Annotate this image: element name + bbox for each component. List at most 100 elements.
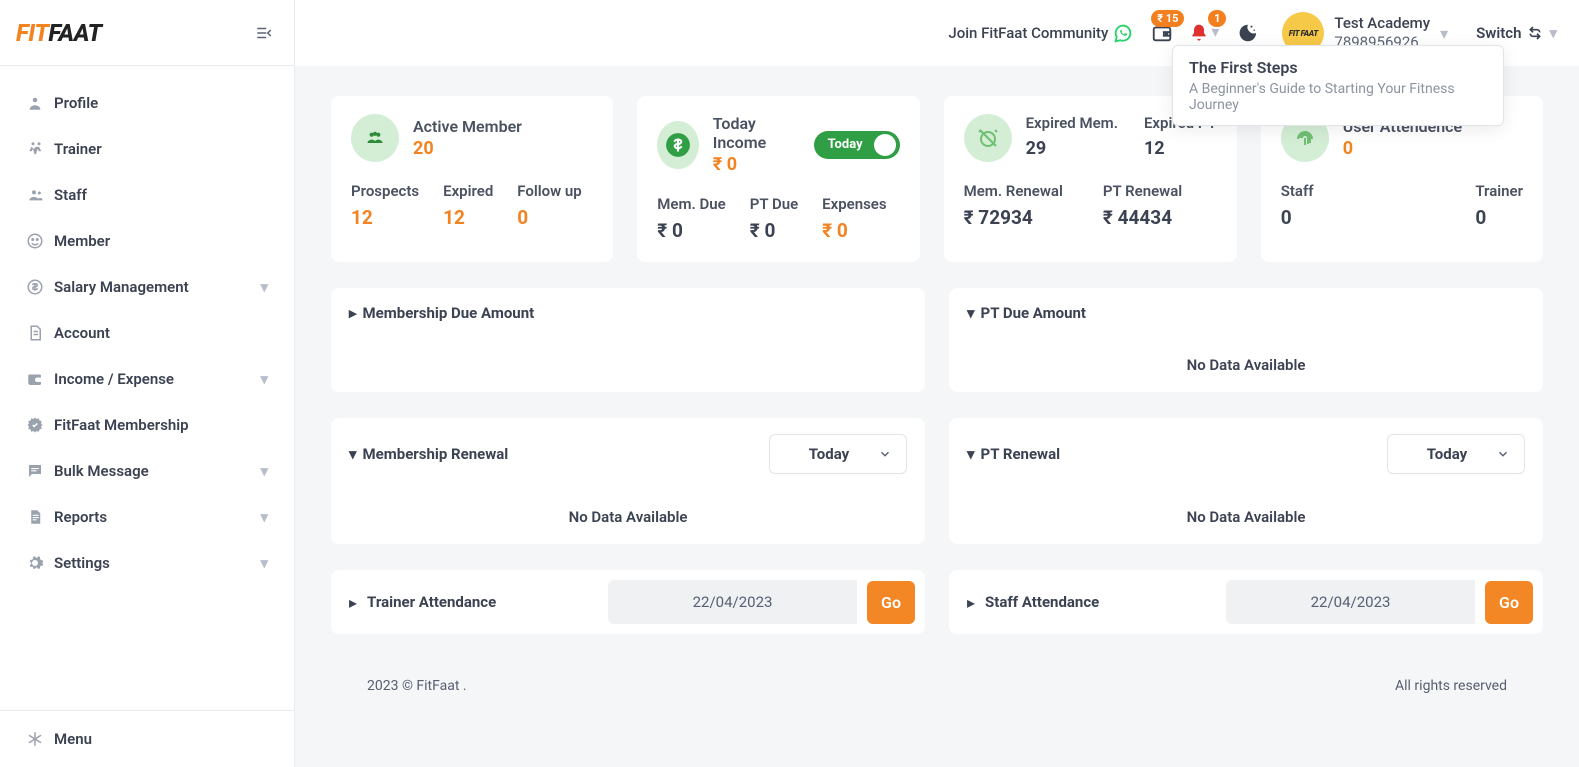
select-value: Today	[1427, 445, 1467, 463]
date-input[interactable]	[608, 580, 857, 624]
caret-right-icon[interactable]: ▸	[967, 593, 975, 612]
stat-label: PT Renewal	[1103, 182, 1182, 200]
stat-label: Trainer	[1475, 182, 1523, 200]
caret-down-icon: ▾	[349, 445, 357, 463]
stat-label: Expenses	[822, 195, 886, 213]
sidebar-item-label: Profile	[54, 94, 98, 112]
card-today-income[interactable]: Today Income ₹ 0 Today Mem. Due₹ 0 PT Du…	[637, 96, 919, 262]
sidebar: FIT FA AT Profile Trainer Staff	[0, 0, 295, 767]
sidebar-collapse-icon[interactable]	[254, 24, 274, 42]
chevron-down-icon: ▾	[260, 370, 268, 388]
date-input[interactable]	[1226, 580, 1475, 624]
stat-value: ₹ 0	[822, 219, 886, 242]
card-value: 20	[413, 138, 522, 159]
sidebar-item-label: FitFaat Membership	[54, 416, 189, 434]
verified-icon	[26, 415, 54, 435]
period-toggle[interactable]: Today	[814, 131, 900, 159]
stat-label: Expired	[443, 182, 493, 200]
sidebar-item-label: Settings	[54, 554, 110, 572]
stat-value: 0	[1475, 206, 1523, 229]
stat-label: Mem. Due	[657, 195, 725, 213]
sidebar-item-label: Trainer	[54, 140, 102, 158]
empty-state: No Data Available	[949, 338, 1543, 392]
period-select[interactable]: Today	[1387, 434, 1525, 474]
card-value: ₹ 0	[713, 154, 800, 175]
sidebar-item-staff[interactable]: Staff	[12, 172, 282, 218]
chevron-down-icon: ▾	[260, 278, 268, 296]
alarm-off-icon	[964, 114, 1012, 162]
sidebar-item-label: Bulk Message	[54, 462, 149, 480]
stat-value: 0	[1281, 206, 1314, 229]
sidebar-item-profile[interactable]: Profile	[12, 80, 282, 126]
popover-title: The First Steps	[1189, 58, 1487, 77]
panel-title: Membership Due Amount	[363, 304, 535, 322]
stat-value: ₹ 44434	[1103, 206, 1182, 229]
card-title: Active Member	[413, 117, 522, 136]
sidebar-item-bulk-message[interactable]: Bulk Message ▾	[12, 448, 282, 494]
stat-label: Follow up	[517, 182, 581, 200]
period-select[interactable]: Today	[769, 434, 907, 474]
panel-title: PT Due Amount	[981, 304, 1086, 322]
card-active-member[interactable]: Active Member 20 Prospects12 Expired12 F…	[331, 96, 613, 262]
sidebar-item-income-expense[interactable]: Income / Expense ▾	[12, 356, 282, 402]
switch-label: Switch	[1476, 24, 1521, 42]
sidebar-item-member[interactable]: Member	[12, 218, 282, 264]
card-title: Today Income	[713, 114, 800, 152]
panel-toggle[interactable]: ▾ PT Renewal Today	[949, 418, 1543, 490]
caret-down-icon: ▾	[967, 445, 975, 463]
chevron-down-icon	[878, 447, 892, 461]
sidebar-item-label: Income / Expense	[54, 370, 174, 388]
sidebar-item-account[interactable]: Account	[12, 310, 282, 356]
sidebar-item-settings[interactable]: Settings ▾	[12, 540, 282, 586]
account-name: Test Academy	[1334, 14, 1430, 33]
panel-staff-attendance: ▸ Staff Attendance Go	[949, 570, 1543, 634]
message-icon	[26, 461, 54, 481]
stat-value: 29	[1026, 138, 1118, 159]
brand-fa: FA	[48, 19, 73, 47]
sync-icon	[1527, 25, 1543, 41]
community-label: Join FitFaat Community	[948, 24, 1108, 42]
sidebar-item-label: Account	[54, 324, 110, 342]
smile-icon	[26, 231, 54, 251]
sidebar-item-reports[interactable]: Reports ▾	[12, 494, 282, 540]
person-icon	[26, 93, 54, 113]
panel-title: PT Renewal	[981, 445, 1061, 463]
footer: 2023 © FitFaat . All rights reserved	[331, 660, 1543, 712]
sidebar-item-label: Menu	[54, 730, 92, 748]
panel-toggle[interactable]: ▾ Membership Renewal Today	[331, 418, 925, 490]
footer-right: All rights reserved	[1395, 678, 1507, 694]
wallet-button[interactable]: ₹ 15	[1148, 22, 1176, 44]
switch-button[interactable]: Switch ▾	[1476, 24, 1557, 42]
sidebar-item-label: Staff	[54, 186, 87, 204]
brand-logo[interactable]: FIT FA AT	[16, 19, 102, 47]
bell-icon	[1189, 22, 1209, 44]
sidebar-item-label: Member	[54, 232, 110, 250]
chevron-down-icon	[1496, 447, 1510, 461]
community-link[interactable]: Join FitFaat Community	[948, 22, 1134, 44]
stat-value: ₹ 0	[750, 219, 798, 242]
sidebar-item-fitfaat-membership[interactable]: FitFaat Membership	[12, 402, 282, 448]
brand-fit: FIT	[16, 19, 48, 47]
panel-pt-due: ▾ PT Due Amount No Data Available	[949, 288, 1543, 392]
go-button[interactable]: Go	[867, 581, 915, 624]
stat-label: Expired Mem.	[1026, 114, 1118, 132]
sidebar-item-trainer[interactable]: Trainer	[12, 126, 282, 172]
chevron-down-icon: ▾	[260, 462, 268, 480]
sidebar-item-label: Reports	[54, 508, 107, 526]
chevron-down-icon: ▾	[1549, 24, 1557, 42]
theme-toggle[interactable]	[1232, 22, 1260, 44]
stat-label: Mem. Renewal	[964, 182, 1063, 200]
caret-right-icon[interactable]: ▸	[349, 593, 357, 612]
empty-state: No Data Available	[949, 490, 1543, 544]
sidebar-item-salary[interactable]: Salary Management ▾	[12, 264, 282, 310]
stat-label: Prospects	[351, 182, 419, 200]
panel-toggle[interactable]: ▸ Membership Due Amount	[331, 288, 925, 338]
panel-title: Trainer Attendance	[367, 593, 496, 611]
sidebar-item-menu[interactable]: Menu	[0, 711, 294, 767]
chevron-down-icon: ▾	[260, 508, 268, 526]
notifications-button[interactable]: 1 ▾	[1190, 22, 1218, 44]
go-button[interactable]: Go	[1485, 581, 1533, 624]
wallet-badge: ₹ 15	[1151, 10, 1184, 27]
panel-pt-renewal: ▾ PT Renewal Today No Data Available	[949, 418, 1543, 544]
panel-toggle[interactable]: ▾ PT Due Amount	[949, 288, 1543, 338]
